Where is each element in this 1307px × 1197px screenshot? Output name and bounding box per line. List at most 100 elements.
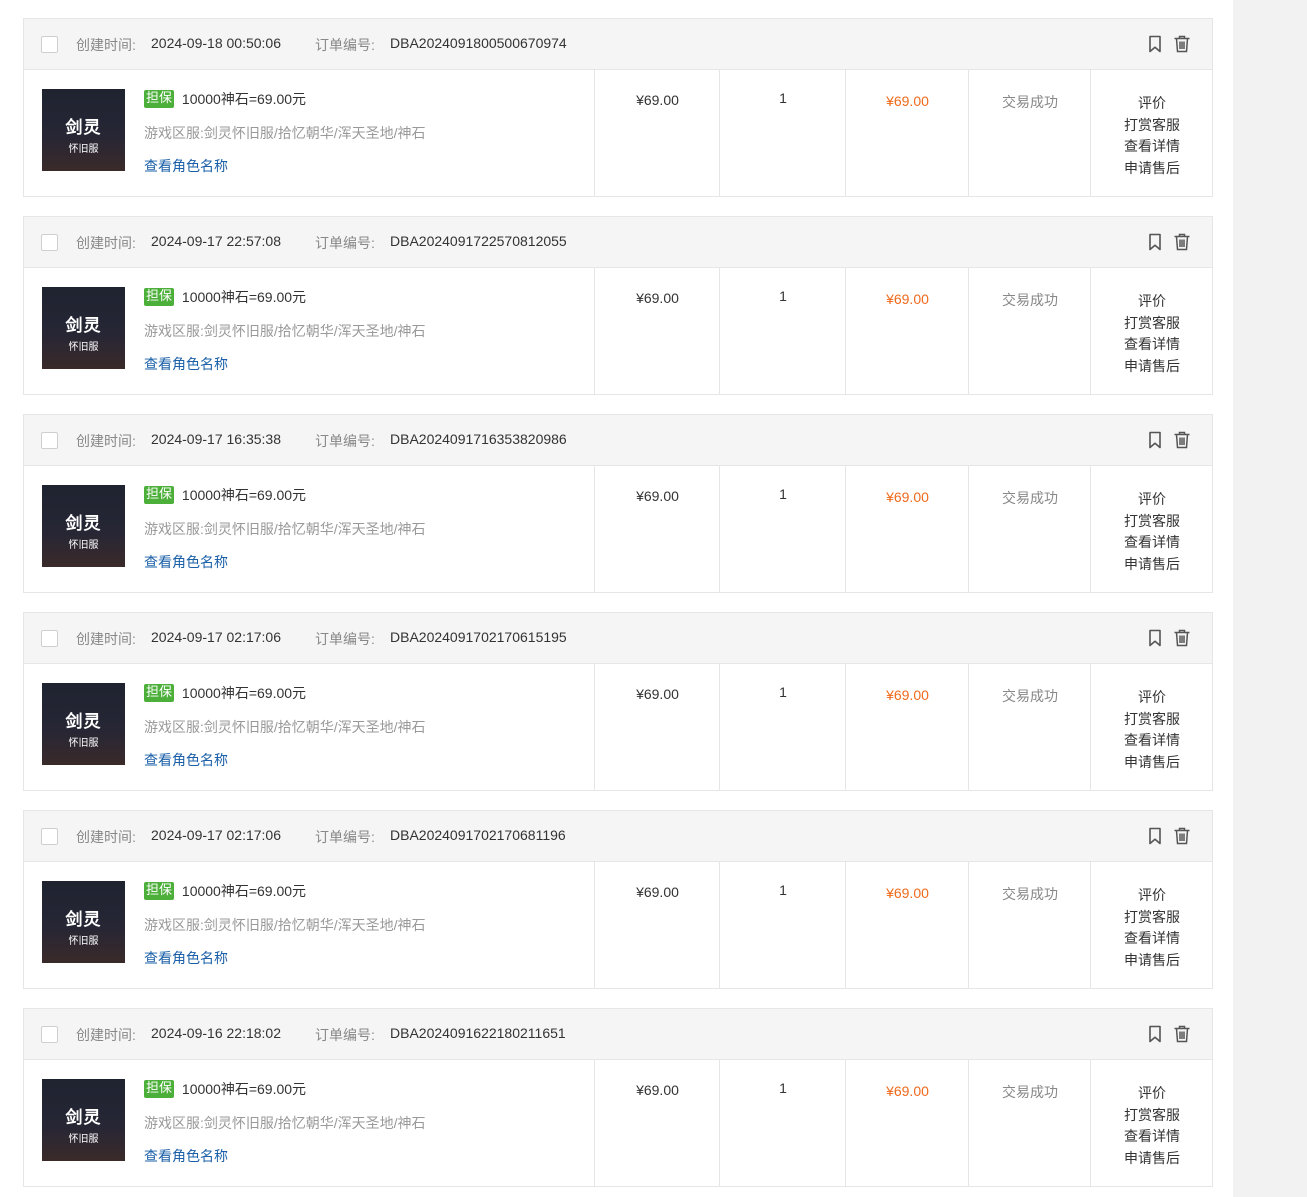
order-select-checkbox[interactable] (41, 1026, 58, 1043)
paid-amount: ¥69.00 (886, 885, 929, 901)
view-details-link[interactable]: 查看详情 (1091, 136, 1213, 158)
created-time-value: 2024-09-17 16:35:38 (151, 431, 281, 447)
rate-link[interactable]: 评价 (1091, 885, 1213, 907)
server-value: 剑灵怀旧服/拾忆朝华/浑天圣地/神石 (203, 125, 426, 141)
rate-link[interactable]: 评价 (1091, 489, 1213, 511)
trade-status: 交易成功 (1002, 1084, 1058, 1100)
goods-name[interactable]: 10000神石=69.00元 (182, 685, 306, 701)
tip-service-link[interactable]: 打赏客服 (1091, 709, 1213, 731)
after-sales-link[interactable]: 申请售后 (1091, 950, 1213, 972)
order-number-label: 订单编号: (315, 37, 375, 53)
tip-service-link[interactable]: 打赏客服 (1091, 313, 1213, 335)
goods-name[interactable]: 10000神石=69.00元 (182, 883, 306, 899)
trash-icon[interactable] (1172, 826, 1192, 846)
order-number-label: 订单编号: (315, 631, 375, 647)
status-cell: 交易成功 (968, 1060, 1091, 1186)
order-number-label: 订单编号: (315, 433, 375, 449)
tip-service-link[interactable]: 打赏客服 (1091, 907, 1213, 929)
trash-icon[interactable] (1172, 628, 1192, 648)
after-sales-link[interactable]: 申请售后 (1091, 356, 1213, 378)
thumbnail-subtitle: 怀旧服 (68, 936, 99, 947)
order-select-checkbox[interactable] (41, 828, 58, 845)
order-select-checkbox[interactable] (41, 36, 58, 53)
bookmark-icon[interactable] (1145, 628, 1165, 648)
view-role-name-link[interactable]: 查看角色名称 (144, 354, 228, 374)
goods-name[interactable]: 10000神石=69.00元 (182, 91, 306, 107)
status-cell: 交易成功 (968, 862, 1091, 988)
unit-price: ¥69.00 (636, 488, 679, 504)
bookmark-icon[interactable] (1145, 430, 1165, 450)
paid-amount: ¥69.00 (886, 291, 929, 307)
unit-price: ¥69.00 (636, 290, 679, 306)
rate-link[interactable]: 评价 (1091, 93, 1213, 115)
goods-name[interactable]: 10000神石=69.00元 (182, 487, 306, 503)
goods-title-row: 担保 10000神石=69.00元 (144, 881, 306, 901)
view-details-link[interactable]: 查看详情 (1091, 334, 1213, 356)
unit-price-cell: ¥69.00 (594, 466, 720, 592)
quantity: 1 (779, 90, 787, 106)
order-number-value: DBA2024091716353820986 (390, 431, 567, 447)
server-row: 游戏区服:剑灵怀旧服/拾忆朝华/浑天圣地/神石 (144, 321, 426, 341)
view-role-name-link[interactable]: 查看角色名称 (144, 948, 228, 968)
game-thumbnail[interactable]: 剑灵 怀旧服 (42, 683, 125, 765)
trash-icon[interactable] (1172, 430, 1192, 450)
bookmark-icon[interactable] (1145, 826, 1165, 846)
tip-service-link[interactable]: 打赏客服 (1091, 115, 1213, 137)
view-role-name-link[interactable]: 查看角色名称 (144, 552, 228, 572)
trash-icon[interactable] (1172, 232, 1192, 252)
order-number-value: DBA2024091800500670974 (390, 35, 567, 51)
created-time-value: 2024-09-17 02:17:06 (151, 629, 281, 645)
guarantee-badge: 担保 (144, 684, 175, 702)
view-details-link[interactable]: 查看详情 (1091, 928, 1213, 950)
goods-name[interactable]: 10000神石=69.00元 (182, 289, 306, 305)
server-value: 剑灵怀旧服/拾忆朝华/浑天圣地/神石 (203, 719, 426, 735)
rate-link[interactable]: 评价 (1091, 1083, 1213, 1105)
server-row: 游戏区服:剑灵怀旧服/拾忆朝华/浑天圣地/神石 (144, 915, 426, 935)
unit-price: ¥69.00 (636, 686, 679, 702)
game-thumbnail[interactable]: 剑灵 怀旧服 (42, 89, 125, 171)
after-sales-link[interactable]: 申请售后 (1091, 158, 1213, 180)
paid-amount-cell: ¥69.00 (845, 70, 969, 196)
game-thumbnail[interactable]: 剑灵 怀旧服 (42, 881, 125, 963)
order-body: 剑灵 怀旧服 担保 10000神石=69.00元 游戏区服:剑灵怀旧服/拾忆朝华… (24, 70, 1212, 196)
tip-service-link[interactable]: 打赏客服 (1091, 511, 1213, 533)
tip-service-link[interactable]: 打赏客服 (1091, 1105, 1213, 1127)
quantity-cell: 1 (719, 466, 846, 592)
game-thumbnail[interactable]: 剑灵 怀旧服 (42, 485, 125, 567)
created-time-value: 2024-09-16 22:18:02 (151, 1025, 281, 1041)
order-select-checkbox[interactable] (41, 630, 58, 647)
goods-cell: 剑灵 怀旧服 担保 10000神石=69.00元 游戏区服:剑灵怀旧服/拾忆朝华… (24, 268, 594, 394)
goods-name[interactable]: 10000神石=69.00元 (182, 1081, 306, 1097)
order-body: 剑灵 怀旧服 担保 10000神石=69.00元 游戏区服:剑灵怀旧服/拾忆朝华… (24, 268, 1212, 394)
game-thumbnail[interactable]: 剑灵 怀旧服 (42, 287, 125, 369)
view-role-name-link[interactable]: 查看角色名称 (144, 1146, 228, 1166)
order-select-checkbox[interactable] (41, 234, 58, 251)
order-number-value: DBA2024091622180211651 (390, 1025, 566, 1041)
bookmark-icon[interactable] (1145, 1024, 1165, 1044)
order-header: 创建时间: 2024-09-16 22:18:02 订单编号: DBA20240… (24, 1009, 1212, 1060)
trash-icon[interactable] (1172, 1024, 1192, 1044)
view-details-link[interactable]: 查看详情 (1091, 532, 1213, 554)
view-details-link[interactable]: 查看详情 (1091, 730, 1213, 752)
quantity: 1 (779, 684, 787, 700)
bookmark-icon[interactable] (1145, 232, 1165, 252)
bookmark-icon[interactable] (1145, 34, 1165, 54)
order-body: 剑灵 怀旧服 担保 10000神石=69.00元 游戏区服:剑灵怀旧服/拾忆朝华… (24, 466, 1212, 592)
rate-link[interactable]: 评价 (1091, 687, 1213, 709)
actions-cell: 评价 打赏客服 查看详情 申请售后 (1090, 862, 1213, 988)
order-select-checkbox[interactable] (41, 432, 58, 449)
view-role-name-link[interactable]: 查看角色名称 (144, 750, 228, 770)
game-thumbnail[interactable]: 剑灵 怀旧服 (42, 1079, 125, 1161)
view-details-link[interactable]: 查看详情 (1091, 1126, 1213, 1148)
trash-icon[interactable] (1172, 34, 1192, 54)
order-actions: 评价 打赏客服 查看详情 申请售后 (1091, 687, 1213, 773)
server-label: 游戏区服: (144, 917, 204, 933)
after-sales-link[interactable]: 申请售后 (1091, 1148, 1213, 1170)
after-sales-link[interactable]: 申请售后 (1091, 752, 1213, 774)
after-sales-link[interactable]: 申请售后 (1091, 554, 1213, 576)
goods-title-row: 担保 10000神石=69.00元 (144, 287, 306, 307)
actions-cell: 评价 打赏客服 查看详情 申请售后 (1090, 70, 1213, 196)
created-time-value: 2024-09-17 22:57:08 (151, 233, 281, 249)
rate-link[interactable]: 评价 (1091, 291, 1213, 313)
view-role-name-link[interactable]: 查看角色名称 (144, 156, 228, 176)
